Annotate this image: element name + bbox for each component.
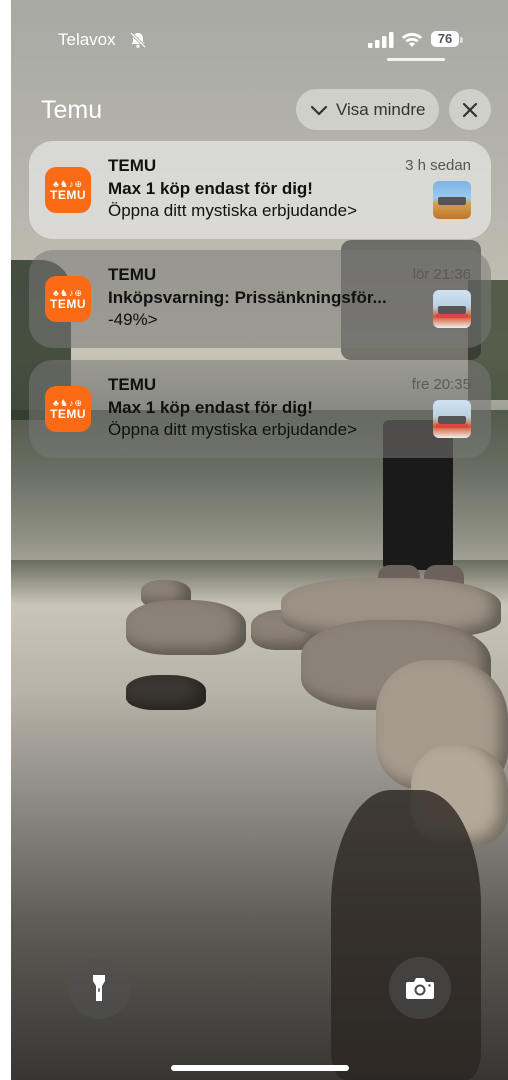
- wallpaper-reflection: [331, 790, 481, 1080]
- notification-body: -49%>: [108, 310, 158, 329]
- temu-app-icon: ♣♞♪⊕ TEMU: [45, 276, 91, 322]
- notification-thumbnail: [433, 400, 471, 438]
- chevron-down-icon: [310, 105, 328, 115]
- notification-thumbnail: [433, 181, 471, 219]
- bell-slash-icon: [129, 31, 147, 49]
- camera-icon: [406, 978, 434, 999]
- show-less-button[interactable]: Visa mindre: [296, 89, 439, 130]
- temu-app-icon: ♣♞♪⊕ TEMU: [45, 386, 91, 432]
- notification-group-title: Temu: [41, 96, 103, 124]
- notification-thumbnail: [433, 290, 471, 328]
- notification-card[interactable]: ♣♞♪⊕ TEMU TEMU lör 21:36 Inköpsvarning: …: [29, 250, 491, 348]
- close-icon: [462, 102, 478, 117]
- wallpaper-rock: [126, 675, 206, 710]
- notification-title: Inköpsvarning: Prissänkningsför...: [108, 288, 387, 307]
- signal-icon: [368, 32, 394, 48]
- notification-time: fre 20:35: [411, 376, 471, 393]
- camera-button[interactable]: [389, 957, 451, 1019]
- notification-time: 3 h sedan: [405, 157, 471, 174]
- lock-screen: Telavox 76 Temu Visa mindre ♣♞♪⊕ TEMU TE…: [11, 0, 508, 1080]
- flashlight-button[interactable]: [68, 957, 130, 1019]
- notification-card[interactable]: ♣♞♪⊕ TEMU TEMU 3 h sedan Max 1 köp endas…: [29, 141, 491, 239]
- flashlight-icon: [93, 975, 105, 1001]
- clear-group-button[interactable]: [449, 89, 491, 130]
- notification-title: Max 1 köp endast för dig!: [108, 179, 313, 198]
- notification-app-name: TEMU: [108, 265, 157, 284]
- app-icon-word: TEMU: [50, 297, 86, 311]
- home-indicator[interactable]: [171, 1065, 349, 1071]
- status-bar: Telavox 76: [11, 30, 508, 52]
- notification-body: Öppna ditt mystiska erbjudande>: [108, 420, 358, 439]
- status-indicator-line: [387, 58, 445, 61]
- notification-time: lör 21:36: [412, 266, 471, 283]
- battery-tip: [460, 37, 463, 43]
- app-icon-word: TEMU: [50, 407, 86, 421]
- notification-app-name: TEMU: [108, 375, 157, 394]
- notification-app-name: TEMU: [108, 156, 157, 175]
- notification-card[interactable]: ♣♞♪⊕ TEMU TEMU fre 20:35 Max 1 köp endas…: [29, 360, 491, 458]
- wallpaper-rock: [126, 600, 246, 655]
- battery-icon: 76: [431, 31, 459, 47]
- app-icon-word: TEMU: [50, 188, 86, 202]
- wifi-icon: [402, 33, 422, 47]
- notification-title: Max 1 köp endast för dig!: [108, 398, 313, 417]
- carrier-label: Telavox: [58, 30, 116, 49]
- notification-body: Öppna ditt mystiska erbjudande>: [108, 201, 358, 220]
- show-less-label: Visa mindre: [336, 99, 426, 119]
- temu-app-icon: ♣♞♪⊕ TEMU: [45, 167, 91, 213]
